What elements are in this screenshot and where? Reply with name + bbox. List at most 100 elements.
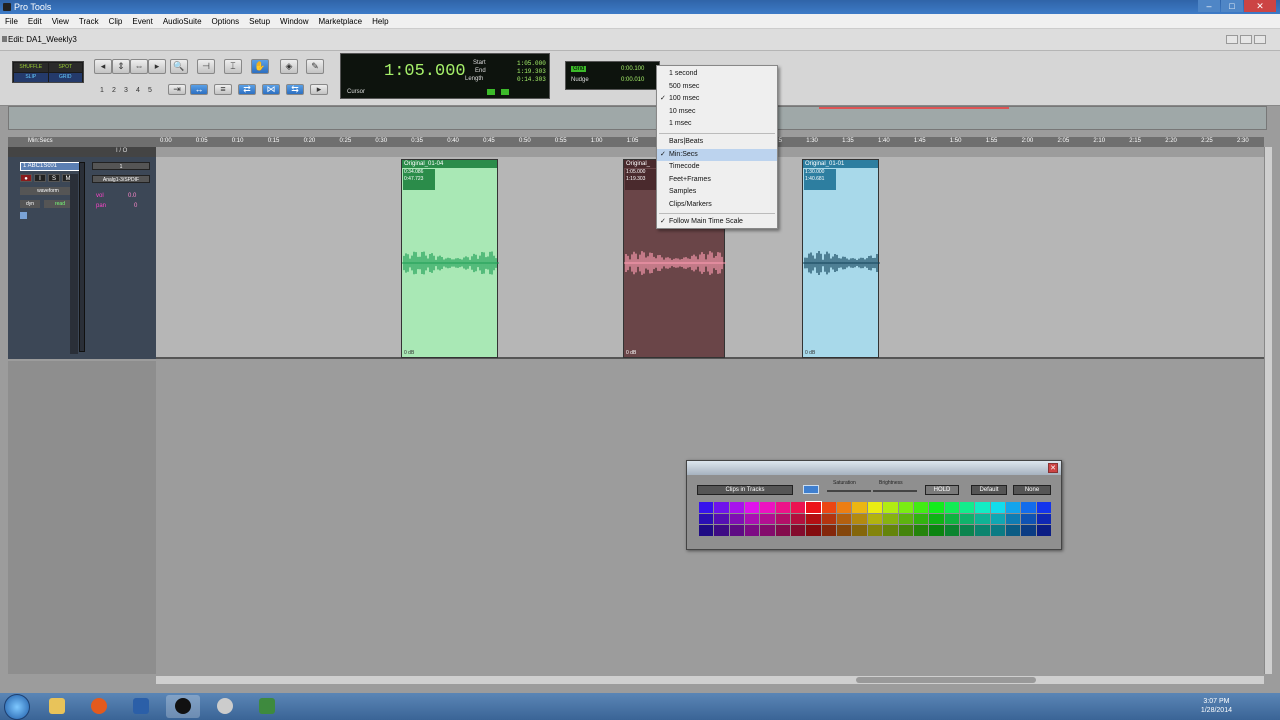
- color-swatch[interactable]: [944, 513, 959, 525]
- tab-to-transient-icon[interactable]: ⇥: [168, 84, 186, 95]
- color-swatch[interactable]: [975, 502, 990, 513]
- zoom-preset-3[interactable]: 3: [122, 87, 130, 96]
- zoom-preset-2[interactable]: 2: [110, 87, 118, 96]
- track-view-selector[interactable]: waveform: [20, 187, 76, 195]
- system-clock[interactable]: 3:07 PM 1/28/2014: [1201, 697, 1232, 715]
- color-swatch[interactable]: [898, 525, 913, 536]
- color-swatch[interactable]: [975, 513, 990, 525]
- color-swatch[interactable]: [1036, 502, 1051, 513]
- menu-event[interactable]: Event: [127, 17, 157, 26]
- input-monitor-button[interactable]: I: [34, 174, 46, 182]
- mode-grid[interactable]: GRID: [48, 73, 82, 82]
- color-swatch[interactable]: [1005, 525, 1021, 536]
- color-swatch[interactable]: [1005, 502, 1021, 513]
- color-swatch[interactable]: [729, 502, 745, 513]
- menu-view[interactable]: View: [47, 17, 74, 26]
- horizontal-scrollbar[interactable]: [156, 676, 1264, 684]
- menu-item-timecode[interactable]: Timecode: [657, 161, 777, 173]
- menu-item-bars-beats[interactable]: Bars|Beats: [657, 136, 777, 148]
- output-selector[interactable]: Analg1-3/SPDIF: [92, 175, 150, 183]
- color-swatch[interactable]: [990, 513, 1005, 525]
- color-swatch[interactable]: [959, 513, 975, 525]
- zoom-preset-1[interactable]: 1: [98, 87, 106, 96]
- smart-tool-icon[interactable]: ⇆: [286, 84, 304, 95]
- color-swatch[interactable]: [806, 513, 821, 525]
- menu-item-1-msec[interactable]: 1 msec: [657, 118, 777, 130]
- link-track-edit-icon[interactable]: ≡: [214, 84, 232, 95]
- color-swatch[interactable]: [760, 502, 775, 513]
- menu-clip[interactable]: Clip: [104, 17, 128, 26]
- color-swatch[interactable]: [837, 525, 852, 536]
- zoom-in-icon[interactable]: ▸: [148, 59, 166, 74]
- menu-track[interactable]: Track: [74, 17, 104, 26]
- edit-restore-button[interactable]: [1240, 35, 1252, 44]
- selector-tool-icon[interactable]: ⌶: [224, 59, 242, 74]
- nudge-label[interactable]: Nudge: [571, 77, 589, 83]
- mode-slip[interactable]: SLIP: [14, 73, 48, 82]
- menu-item-500-msec[interactable]: 500 msec: [657, 81, 777, 93]
- menu-item-clips-markers[interactable]: Clips/Markers: [657, 199, 777, 211]
- post-roll-indicator[interactable]: [501, 89, 509, 95]
- scrollbar-thumb[interactable]: [856, 677, 1036, 683]
- none-button[interactable]: None: [1013, 485, 1051, 495]
- color-swatch[interactable]: [913, 525, 929, 536]
- palette-swatch-toggle[interactable]: [803, 485, 819, 494]
- color-swatch[interactable]: [959, 525, 975, 536]
- color-swatch[interactable]: [929, 502, 944, 513]
- mode-spot[interactable]: SPOT: [48, 63, 82, 72]
- maximize-button[interactable]: □: [1221, 0, 1243, 12]
- close-window-button[interactable]: ✕: [1244, 0, 1276, 12]
- clip-original-01-04[interactable]: Original_01-04 0:34.086 0:47.723 0 dB: [401, 159, 499, 358]
- color-swatch[interactable]: [791, 513, 806, 525]
- color-swatch[interactable]: [913, 502, 929, 513]
- menu-item-100-msec[interactable]: ✓ 100 msec: [657, 93, 777, 105]
- color-swatch[interactable]: [929, 525, 944, 536]
- menu-edit[interactable]: Edit: [23, 17, 47, 26]
- universe-overview[interactable]: [8, 106, 1267, 130]
- windows-start-button[interactable]: [4, 694, 30, 720]
- color-swatch[interactable]: [821, 513, 837, 525]
- vol-value[interactable]: 0.0: [128, 193, 136, 199]
- menu-marketplace[interactable]: Marketplace: [313, 17, 367, 26]
- record-enable-button[interactable]: ●: [20, 174, 32, 182]
- color-swatch[interactable]: [745, 502, 760, 513]
- zoom-out-icon[interactable]: ◂: [94, 59, 112, 74]
- main-counter[interactable]: 1:05.000 Cursor Start End Length 1:05.00…: [340, 53, 550, 99]
- menu-options[interactable]: Options: [207, 17, 245, 26]
- color-swatch[interactable]: [1036, 525, 1051, 536]
- edit-close-button[interactable]: [1254, 35, 1266, 44]
- color-swatch[interactable]: [714, 513, 729, 525]
- color-swatch[interactable]: [929, 513, 944, 525]
- empty-edit-area[interactable]: [8, 361, 1267, 674]
- menu-file[interactable]: File: [0, 17, 23, 26]
- color-swatch[interactable]: [745, 513, 760, 525]
- mode-shuffle[interactable]: SHUFFLE: [14, 63, 48, 72]
- close-icon[interactable]: ✕: [1048, 463, 1058, 473]
- color-swatch[interactable]: [760, 525, 775, 536]
- color-swatch[interactable]: [699, 525, 714, 536]
- color-swatch[interactable]: [990, 502, 1005, 513]
- color-swatch[interactable]: [1021, 502, 1036, 513]
- taskbar-explorer[interactable]: [40, 695, 74, 718]
- color-swatch[interactable]: [821, 502, 837, 513]
- pan-value[interactable]: 0: [134, 203, 137, 209]
- color-swatch[interactable]: [852, 525, 867, 536]
- color-swatch[interactable]: [1036, 513, 1051, 525]
- color-swatch[interactable]: [729, 513, 745, 525]
- pencil-tool-icon[interactable]: ✎: [306, 59, 324, 74]
- menu-item-feet-frames[interactable]: Feet+Frames: [657, 174, 777, 186]
- minimize-button[interactable]: –: [1198, 0, 1220, 12]
- color-swatch[interactable]: [837, 513, 852, 525]
- color-swatch[interactable]: [1021, 525, 1036, 536]
- color-swatch[interactable]: [805, 501, 822, 514]
- edit-minimize-button[interactable]: [1226, 35, 1238, 44]
- zoomer-tool-icon[interactable]: 🔍: [170, 59, 188, 74]
- color-swatch[interactable]: [944, 525, 959, 536]
- taskbar-app-5[interactable]: [208, 695, 242, 718]
- menu-audiosuite[interactable]: AudioSuite: [158, 17, 207, 26]
- taskbar-word[interactable]: [124, 695, 158, 718]
- color-swatch[interactable]: [867, 502, 883, 513]
- menu-item-1-second[interactable]: 1 second: [657, 68, 777, 80]
- selection-end[interactable]: 1:19.303: [517, 68, 546, 75]
- pre-roll-indicator[interactable]: [487, 89, 495, 95]
